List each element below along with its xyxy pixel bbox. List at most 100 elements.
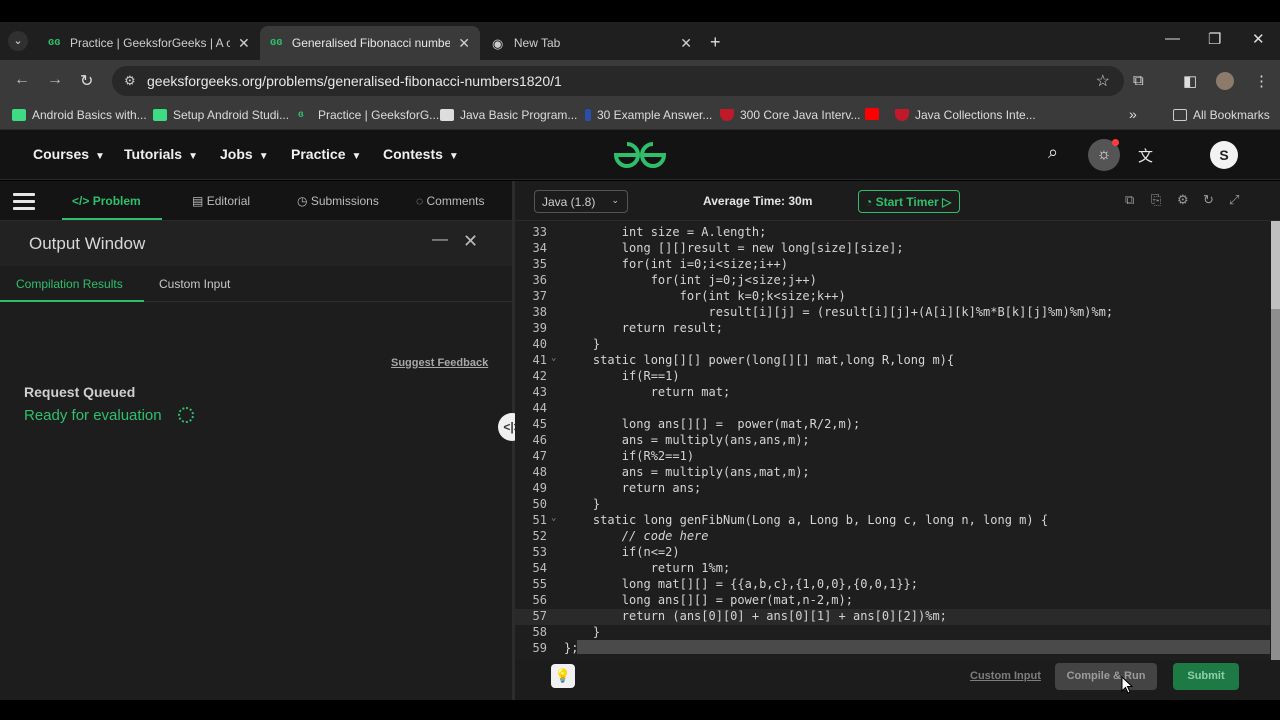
vertical-scrollbar[interactable] [1271, 221, 1280, 660]
new-tab-plus-icon[interactable]: + [710, 32, 721, 53]
scrollbar-thumb[interactable] [1271, 309, 1280, 660]
search-icon[interactable]: ⌕ [1048, 142, 1058, 163]
compile-run-button[interactable]: Compile & Run [1055, 663, 1157, 690]
bookmark-item[interactable]: Java Collections Inte... [895, 108, 1036, 122]
code-line[interactable]: 42 if(R==1) [515, 369, 1270, 385]
save-file-icon[interactable]: ⎘ [1151, 192, 1161, 208]
code-line[interactable]: 36 for(int j=0;j<size;j++) [515, 273, 1270, 289]
bookmark-item[interactable]: Setup Android Studi... [153, 108, 289, 122]
nav-tutorials[interactable]: Tutorials ▼ [124, 146, 198, 162]
settings-gear-icon[interactable]: ⚙ [1177, 192, 1189, 208]
code-line[interactable]: 55 long mat[][] = {{a,b,c},{1,0,0},{0,0,… [515, 577, 1270, 593]
tab-problem[interactable]: </> Problem [72, 194, 141, 208]
forward-arrow-icon[interactable]: → [47, 71, 63, 89]
bookmarks-overflow-icon[interactable]: » [1129, 106, 1137, 122]
bookmark-item[interactable] [865, 108, 885, 120]
address-bar[interactable]: ⚙ geeksforgeeks.org/problems/generalised… [112, 66, 1124, 96]
start-timer-button[interactable]: ◔ Start Timer ▷ [858, 190, 960, 213]
code-line[interactable]: 43 return mat; [515, 385, 1270, 401]
code-line[interactable]: 58 } [515, 625, 1270, 641]
reset-icon[interactable]: ↻ [1203, 192, 1214, 208]
reload-icon[interactable]: ↻ [80, 71, 93, 91]
minimize-panel-icon[interactable]: — [432, 231, 448, 249]
code-text: ans = multiply(ans,mat,m); [564, 465, 810, 479]
translate-icon[interactable]: 文 [1138, 145, 1153, 166]
close-tab-icon[interactable]: ✕ [238, 35, 250, 52]
code-line[interactable]: 51 ⌄ static long genFibNum(Long a, Long b… [515, 513, 1270, 529]
browser-tab-new-tab[interactable]: ◉ New Tab ✕ [482, 26, 702, 60]
close-tab-icon[interactable]: ✕ [680, 35, 692, 52]
line-number: 56 [532, 593, 547, 607]
android-icon [153, 109, 167, 121]
tab-search-chevron-icon[interactable]: ⌄ [8, 31, 28, 51]
browser-tab-practice[interactable]: ɞɞ Practice | GeeksforGeeks | A co ✕ [38, 26, 260, 60]
all-bookmarks[interactable]: All Bookmarks [1173, 108, 1270, 122]
code-line[interactable]: 40 } [515, 337, 1270, 353]
tab-custom-input[interactable]: Custom Input [159, 277, 230, 291]
language-select[interactable]: Java (1.8) ⌄ [534, 190, 628, 213]
code-line[interactable]: 57 return (ans[0][0] + ans[0][1] + ans[0… [515, 609, 1270, 625]
nav-practice[interactable]: Practice ▼ [291, 146, 361, 162]
code-line[interactable]: 38 result[i][j] = (result[i][j]+(A[i][k]… [515, 305, 1270, 321]
side-panel-icon[interactable]: ◧ [1183, 72, 1197, 90]
fold-chevron-icon[interactable]: ⌄ [551, 513, 556, 523]
profile-avatar-icon[interactable] [1216, 72, 1234, 90]
bookmark-item[interactable]: 300 Core Java Interv... [720, 108, 861, 122]
tab-comments[interactable]: ◌ Comments [416, 194, 485, 208]
submit-button[interactable]: Submit [1173, 663, 1239, 690]
code-line[interactable]: 50 } [515, 497, 1270, 513]
bookmark-item[interactable]: 30 Example Answer... [585, 108, 712, 122]
restore-icon[interactable]: ❐ [1208, 30, 1221, 48]
bookmark-item[interactable]: Android Basics with... [12, 108, 147, 122]
code-line[interactable]: 44 [515, 401, 1270, 417]
code-editor[interactable]: 33 int size = A.length; 34 long [][]resul… [515, 221, 1270, 660]
browser-tab-generalised-fibonacci[interactable]: ɞɞ Generalised Fibonacci numbers ✕ [260, 26, 480, 60]
tab-submissions[interactable]: ◷ Submissions [297, 194, 379, 208]
code-line[interactable]: 33 int size = A.length; [515, 225, 1270, 241]
chevron-down-icon: ▼ [95, 151, 105, 162]
line-number: 39 [532, 321, 547, 335]
fold-chevron-icon[interactable]: ⌄ [551, 353, 556, 363]
more-menu-icon[interactable]: ⋮ [1254, 72, 1269, 90]
code-line[interactable]: 54 return 1%m; [515, 561, 1270, 577]
site-settings-icon[interactable]: ⚙ [124, 73, 136, 89]
copy-icon[interactable]: ⧉ [1125, 192, 1134, 208]
nav-courses[interactable]: Courses ▼ [33, 146, 105, 162]
code-line[interactable]: 56 long ans[][] = power(mat,n-2,m); [515, 593, 1270, 609]
nav-jobs[interactable]: Jobs ▼ [220, 146, 269, 162]
bookmark-item[interactable]: Java Basic Program... [440, 108, 577, 122]
hamburger-menu-icon[interactable] [13, 193, 35, 210]
close-window-icon[interactable]: ✕ [1252, 30, 1265, 48]
close-panel-icon[interactable]: ✕ [463, 231, 478, 252]
code-line[interactable]: 37 for(int k=0;k<size;k++) [515, 289, 1270, 305]
lightbulb-hint-icon[interactable]: 💡 [551, 664, 575, 688]
nav-contests[interactable]: Contests ▼ [383, 146, 459, 162]
gfg-logo[interactable] [612, 140, 668, 170]
editor-actions: 💡 Custom Input Compile & Run Submit [515, 660, 1280, 700]
tab-editorial[interactable]: ▤ Editorial [192, 194, 250, 208]
bookmark-item[interactable]: ɞ Practice | GeeksforG... [298, 108, 439, 122]
code-line[interactable]: 39 return result; [515, 321, 1270, 337]
tab-compilation-results[interactable]: Compilation Results [16, 277, 123, 291]
code-line[interactable]: 34 long [][]result = new long[size][size… [515, 241, 1270, 257]
url-text[interactable]: geeksforgeeks.org/problems/generalised-f… [147, 73, 562, 89]
minimize-icon[interactable]: — [1165, 30, 1180, 47]
code-line[interactable]: 47 if(R%2==1) [515, 449, 1270, 465]
code-line[interactable]: 46 ans = multiply(ans,ans,m); [515, 433, 1270, 449]
horizontal-scrollbar[interactable] [577, 640, 1270, 654]
code-line[interactable]: 49 return ans; [515, 481, 1270, 497]
fullscreen-icon[interactable]: ⤢ [1229, 192, 1239, 208]
extensions-puzzle-icon[interactable]: ⧉ [1133, 72, 1144, 89]
back-arrow-icon[interactable]: ← [14, 71, 30, 89]
user-avatar[interactable]: S [1210, 141, 1238, 169]
close-tab-icon[interactable]: ✕ [458, 35, 470, 52]
custom-input-link[interactable]: Custom Input [970, 670, 1041, 682]
code-line[interactable]: 48 ans = multiply(ans,mat,m); [515, 465, 1270, 481]
code-line[interactable]: 41 ⌄ static long[][] power(long[][] mat,l… [515, 353, 1270, 369]
code-line[interactable]: 35 for(int i=0;i<size;i++) [515, 257, 1270, 273]
bookmark-star-icon[interactable]: ☆ [1096, 71, 1110, 91]
suggest-feedback-link[interactable]: Suggest Feedback [391, 357, 488, 369]
code-line[interactable]: 53 if(n<=2) [515, 545, 1270, 561]
code-line[interactable]: 52 // code here [515, 529, 1270, 545]
code-line[interactable]: 45 long ans[][] = power(mat,R/2,m); [515, 417, 1270, 433]
